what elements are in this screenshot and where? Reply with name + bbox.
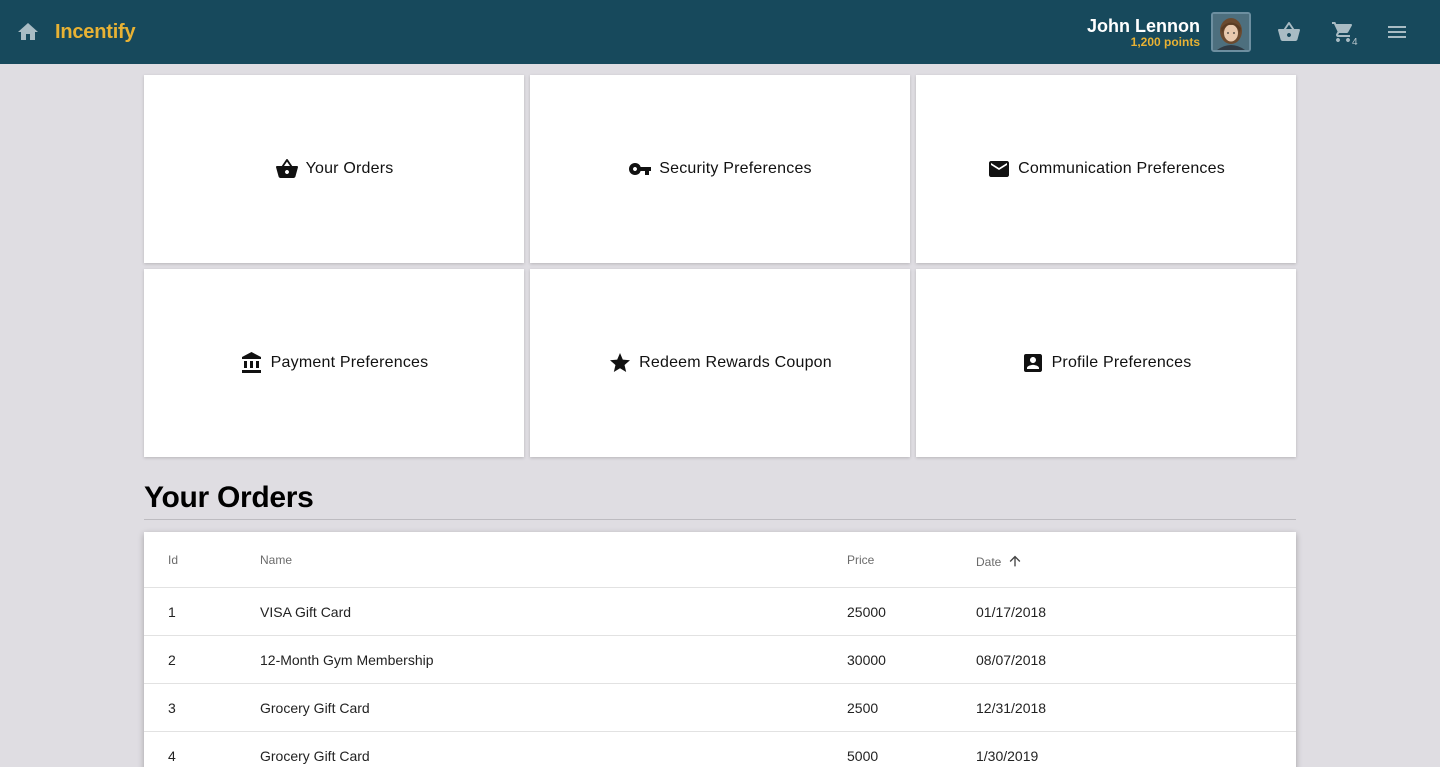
column-header-price[interactable]: Price (847, 553, 874, 567)
table-row[interactable]: 2 12-Month Gym Membership 30000 08/07/20… (144, 636, 1296, 684)
cell-name: 12-Month Gym Membership (260, 652, 434, 668)
cell-date: 12/31/2018 (976, 700, 1047, 716)
cell-date: 01/17/2018 (976, 604, 1047, 620)
cell-date: 08/07/2018 (976, 652, 1047, 668)
tile-security-preferences[interactable]: Security Preferences (530, 75, 910, 263)
cell-price: 2500 (847, 700, 879, 716)
tile-label: Profile Preferences (1051, 354, 1192, 371)
tile-label: Your Orders (305, 160, 394, 177)
tile-label: Communication Preferences (1018, 160, 1225, 177)
basket-icon (275, 157, 299, 181)
mail-icon (987, 157, 1011, 181)
tile-profile-preferences[interactable]: Profile Preferences (916, 269, 1296, 457)
cell-id: 2 (168, 652, 176, 668)
cell-date: 1/30/2019 (976, 748, 1039, 764)
table-row[interactable]: 4 Grocery Gift Card 5000 1/30/2019 (144, 732, 1296, 767)
cell-name: Grocery Gift Card (260, 700, 370, 716)
column-header-date-label: Date (976, 555, 1002, 569)
table-row[interactable]: 1 VISA Gift Card 25000 01/17/2018 (144, 588, 1296, 636)
user-info[interactable]: John Lennon 1,200 points (1087, 16, 1200, 48)
cell-price: 30000 (847, 652, 886, 668)
column-header-name[interactable]: Name (260, 553, 292, 567)
tile-payment-preferences[interactable]: Payment Preferences (144, 269, 524, 457)
cell-price: 5000 (847, 748, 879, 764)
tile-redeem-rewards-coupon[interactable]: Redeem Rewards Coupon (530, 269, 910, 457)
avatar[interactable] (1211, 12, 1251, 52)
orders-table: Id Name Price Date 1 VISA Gift Card 2500… (144, 532, 1296, 767)
tile-communication-preferences[interactable]: Communication Preferences (916, 75, 1296, 263)
cell-name: Grocery Gift Card (260, 748, 370, 764)
brand-logo[interactable]: Incentify (55, 21, 136, 44)
home-icon[interactable] (16, 20, 40, 44)
cell-id: 3 (168, 700, 176, 716)
menu-icon[interactable] (1385, 20, 1409, 44)
tile-label: Payment Preferences (270, 354, 429, 371)
orders-section-title: Your Orders (144, 481, 314, 514)
basket-icon[interactable] (1277, 20, 1301, 44)
cell-price: 25000 (847, 604, 886, 620)
column-header-id[interactable]: Id (168, 553, 178, 567)
cell-id: 4 (168, 748, 176, 764)
cart-count-badge: 4 (1352, 37, 1358, 48)
user-name: John Lennon (1087, 16, 1200, 36)
column-header-date[interactable]: Date (976, 553, 1023, 569)
tile-label: Security Preferences (659, 160, 812, 177)
cell-id: 1 (168, 604, 176, 620)
cell-name: VISA Gift Card (260, 604, 352, 620)
bank-icon (240, 351, 264, 375)
tile-your-orders[interactable]: Your Orders (144, 75, 524, 263)
tile-label: Redeem Rewards Coupon (639, 354, 832, 371)
contact-card-icon (1021, 351, 1045, 375)
sort-ascending-icon[interactable] (1007, 553, 1023, 569)
star-icon (608, 351, 632, 375)
table-row[interactable]: 3 Grocery Gift Card 2500 12/31/2018 (144, 684, 1296, 732)
key-icon (628, 157, 652, 181)
user-points: 1,200 points (1130, 35, 1200, 49)
top-app-bar: Incentify John Lennon 1,200 points 4 (0, 0, 1440, 64)
section-divider (144, 519, 1296, 520)
table-header: Id Name Price Date (144, 532, 1296, 588)
